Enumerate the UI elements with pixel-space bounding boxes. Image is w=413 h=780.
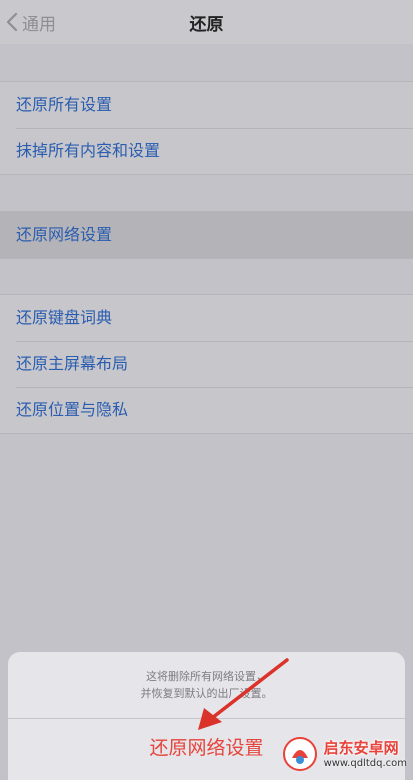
settings-group-reset-all: 还原所有设置 抹掉所有内容和设置 — [0, 81, 413, 175]
confirmation-action-sheet: 这将删除所有网络设置， 并恢复到默认的出厂设置。 还原网络设置 — [8, 652, 405, 780]
page-title: 还原 — [189, 15, 224, 35]
reset-network-settings-row[interactable]: 还原网络设置 — [0, 212, 413, 258]
reset-home-screen-layout-row[interactable]: 还原主屏幕布局 — [0, 341, 413, 387]
reset-settings-screen: 通用 还原 还原所有设置 抹掉所有内容和设置 还原网络设置 还原键盘词典 还原主… — [0, 0, 413, 780]
sheet-message: 这将删除所有网络设置， 并恢复到默认的出厂设置。 — [8, 652, 405, 718]
settings-group-network: 还原网络设置 — [0, 211, 413, 259]
reset-location-privacy-row[interactable]: 还原位置与隐私 — [0, 387, 413, 433]
navigation-bar: 通用 还原 — [0, 0, 413, 44]
settings-group-other: 还原键盘词典 还原主屏幕布局 还原位置与隐私 — [0, 294, 413, 434]
erase-all-content-row[interactable]: 抹掉所有内容和设置 — [0, 128, 413, 174]
reset-all-settings-row[interactable]: 还原所有设置 — [0, 82, 413, 128]
sheet-message-line-1: 这将删除所有网络设置， — [146, 670, 267, 683]
confirm-reset-network-button[interactable]: 还原网络设置 — [8, 719, 405, 779]
sheet-message-line-2: 并恢复到默认的出厂设置。 — [140, 687, 273, 700]
reset-keyboard-dictionary-row[interactable]: 还原键盘词典 — [0, 295, 413, 341]
